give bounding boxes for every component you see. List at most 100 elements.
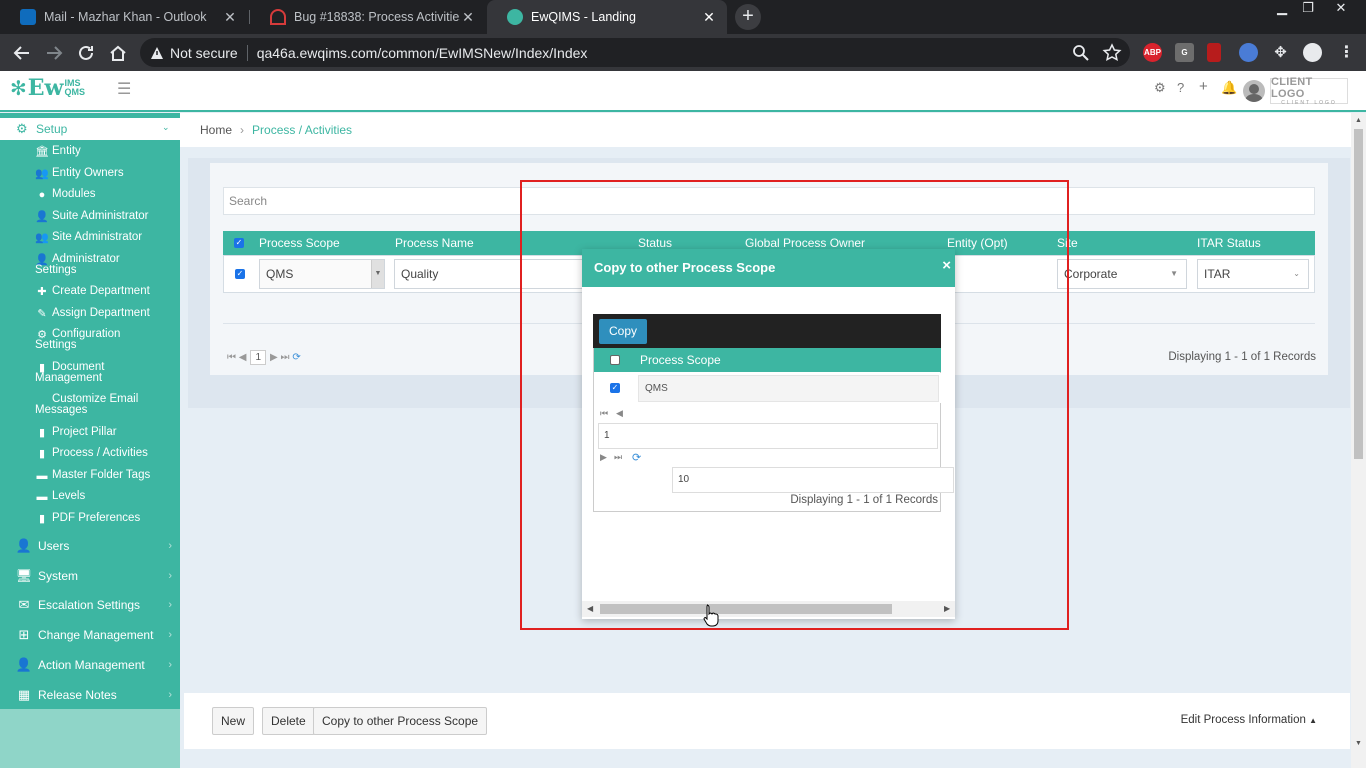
sidebar-item-users[interactable]: 👤 Users › xyxy=(0,538,180,554)
close-tab-icon[interactable]: ✕ xyxy=(701,9,717,26)
forward-icon[interactable] xyxy=(43,42,65,64)
sidebar-item-setup[interactable]: ⚙ Setup ⌄ xyxy=(0,118,180,140)
sidebar-item-label: Users xyxy=(38,539,70,553)
next-page-icon[interactable]: ▶ xyxy=(270,352,278,363)
reload-icon[interactable] xyxy=(75,42,97,64)
adblock-icon[interactable]: ABP xyxy=(1143,43,1162,62)
first-page-icon[interactable]: ⏮ xyxy=(600,408,608,419)
document-icon: ▮ xyxy=(38,448,46,460)
next-page-icon[interactable]: ▶ xyxy=(600,452,607,463)
process-name-input[interactable]: Quality xyxy=(394,259,594,289)
grammar-extension-icon[interactable]: G xyxy=(1175,43,1194,62)
ewqims-logo[interactable]: ✻ Ew IMS QMS xyxy=(10,77,85,99)
column-header[interactable]: Status xyxy=(638,236,672,250)
back-icon[interactable] xyxy=(11,42,33,64)
address-bar[interactable]: Not secure qa46a.ewqims.com/common/EwIMS… xyxy=(140,38,1130,67)
site-select[interactable]: Corporate ▼ xyxy=(1057,259,1187,289)
column-header[interactable]: Entity (Opt) xyxy=(947,236,1008,250)
scroll-down-icon[interactable]: ▼ xyxy=(1355,740,1362,747)
notification-bell-icon[interactable]: 🔔 xyxy=(1221,80,1237,96)
scroll-up-icon[interactable]: ▲ xyxy=(1355,117,1362,124)
close-tab-icon[interactable]: ✕ xyxy=(460,9,476,26)
close-tab-icon[interactable]: ✕ xyxy=(222,9,238,26)
settings-gear-icon[interactable]: ⚙ xyxy=(1154,80,1166,96)
browser-tab-ewqims[interactable]: EwQIMS - Landing ✕ xyxy=(487,0,727,34)
modal-record-count: Displaying 1 - 1 of 1 Records xyxy=(790,494,938,506)
last-page-icon[interactable]: ⏭ xyxy=(281,352,290,363)
zoom-icon[interactable] xyxy=(1070,42,1092,64)
menu-dots-icon[interactable]: ⋮ xyxy=(1337,43,1356,62)
profile-icon[interactable] xyxy=(1303,43,1322,62)
bookmark-star-icon[interactable] xyxy=(1101,42,1123,64)
itar-status-value: ITAR xyxy=(1204,267,1231,281)
column-header[interactable]: Global Process Owner xyxy=(745,236,865,250)
hamburger-menu-icon[interactable]: ☰ xyxy=(117,79,131,99)
sidebar-item-escalation-settings[interactable]: ✉ Escalation Settings › xyxy=(0,597,180,613)
refresh-icon[interactable]: ⟳ xyxy=(632,451,641,464)
page-number-input[interactable]: 1 xyxy=(250,350,267,365)
prev-page-icon[interactable]: ◀ xyxy=(616,408,623,419)
copy-button[interactable]: Copy xyxy=(599,319,648,344)
page-size-input[interactable]: 10 xyxy=(672,467,954,493)
process-scope-select[interactable]: QMS ▼ xyxy=(259,259,385,289)
last-page-icon[interactable]: ⏭ xyxy=(614,452,622,463)
puzzle-icon[interactable]: ✥ xyxy=(1271,43,1290,62)
scroll-right-icon[interactable]: ▶ xyxy=(944,604,950,613)
prev-page-icon[interactable]: ◀ xyxy=(239,352,247,363)
new-button[interactable]: New xyxy=(212,707,255,735)
row-checkbox[interactable]: ✓ xyxy=(610,383,620,393)
itar-status-select[interactable]: ITAR ⌄ xyxy=(1197,259,1309,289)
help-icon[interactable]: ? xyxy=(1177,80,1184,95)
scroll-left-icon[interactable]: ◀ xyxy=(587,604,593,613)
new-tab-button[interactable]: + xyxy=(735,4,761,30)
sidebar-item-label: Site Administrator xyxy=(52,231,143,243)
column-header[interactable]: Process Name xyxy=(395,236,474,250)
home-icon[interactable] xyxy=(107,42,129,64)
column-header[interactable]: Process Scope xyxy=(640,353,721,367)
sidebar-item-label: Settings xyxy=(35,339,77,351)
table-row[interactable]: ✓ QMS xyxy=(594,373,941,403)
sidebar-item-system[interactable]: 🖥 System › xyxy=(0,568,180,584)
users-icon: 👥 xyxy=(35,232,49,244)
bug-tracker-icon xyxy=(270,9,286,25)
page-scrollbar[interactable]: ▲ ▼ xyxy=(1351,113,1366,768)
sidebar-item-release-notes[interactable]: ▦ Release Notes › xyxy=(0,687,180,703)
edit-process-information-toggle[interactable]: Edit Process Information ▲ xyxy=(1181,714,1317,726)
copy-scope-modal: Copy to other Process Scope × Copy Proce… xyxy=(582,249,955,619)
column-header[interactable]: ITAR Status xyxy=(1197,236,1261,250)
first-page-icon[interactable]: ⏮ xyxy=(227,352,236,363)
browser-tab-bug[interactable]: Bug #18838: Process Activities-> ✕ xyxy=(250,0,486,34)
copy-to-other-scope-button[interactable]: Copy to other Process Scope xyxy=(313,707,488,735)
logo-flower-icon: ✻ xyxy=(10,78,27,100)
delete-button[interactable]: Delete xyxy=(262,707,315,735)
select-all-checkbox[interactable]: ✓ xyxy=(234,238,244,248)
row-checkbox[interactable]: ✓ xyxy=(235,269,245,279)
sidebar-item-change-management[interactable]: ⊞ Change Management › xyxy=(0,627,180,643)
chevron-right-icon: › xyxy=(168,659,172,671)
breadcrumb-home[interactable]: Home xyxy=(200,123,232,137)
user-avatar[interactable] xyxy=(1243,80,1265,102)
restore-icon[interactable]: ❐ xyxy=(1293,0,1323,18)
action-bar: New Delete Copy to other Process Scope E… xyxy=(184,693,1350,749)
app-header: ✻ Ew IMS QMS ☰ ⚙ ? + 🔔 CLIENT LOGO CLIENT… xyxy=(0,71,1366,112)
column-header[interactable]: Site xyxy=(1057,236,1078,250)
modal-horizontal-scrollbar[interactable]: ◀ ▶ xyxy=(582,601,955,617)
select-all-checkbox[interactable] xyxy=(610,355,620,365)
refresh-icon[interactable]: ⟳ xyxy=(292,352,300,363)
scrollbar-thumb[interactable] xyxy=(1354,129,1363,459)
column-header[interactable]: Process Scope xyxy=(259,236,340,250)
page-number-input[interactable]: 1 xyxy=(598,423,938,449)
plus-icon: ✚ xyxy=(37,286,47,298)
globe-icon: ● xyxy=(38,189,46,201)
sidebar-item-action-management[interactable]: 👤 Action Management › xyxy=(0,657,180,673)
browser-tab-outlook[interactable]: Mail - Mazhar Khan - Outlook ✕ xyxy=(0,0,248,34)
scrollbar-thumb[interactable] xyxy=(600,604,892,614)
pdf-extension-icon[interactable] xyxy=(1207,43,1221,62)
add-icon[interactable]: + xyxy=(1199,78,1208,95)
extension-icon[interactable] xyxy=(1239,43,1258,62)
search-input[interactable]: Search xyxy=(223,187,1315,215)
close-window-icon[interactable]: ✕ xyxy=(1326,0,1356,18)
close-icon[interactable]: × xyxy=(942,257,951,274)
breadcrumb-current[interactable]: Process / Activities xyxy=(252,123,352,137)
document-icon: ▮ xyxy=(38,513,46,525)
